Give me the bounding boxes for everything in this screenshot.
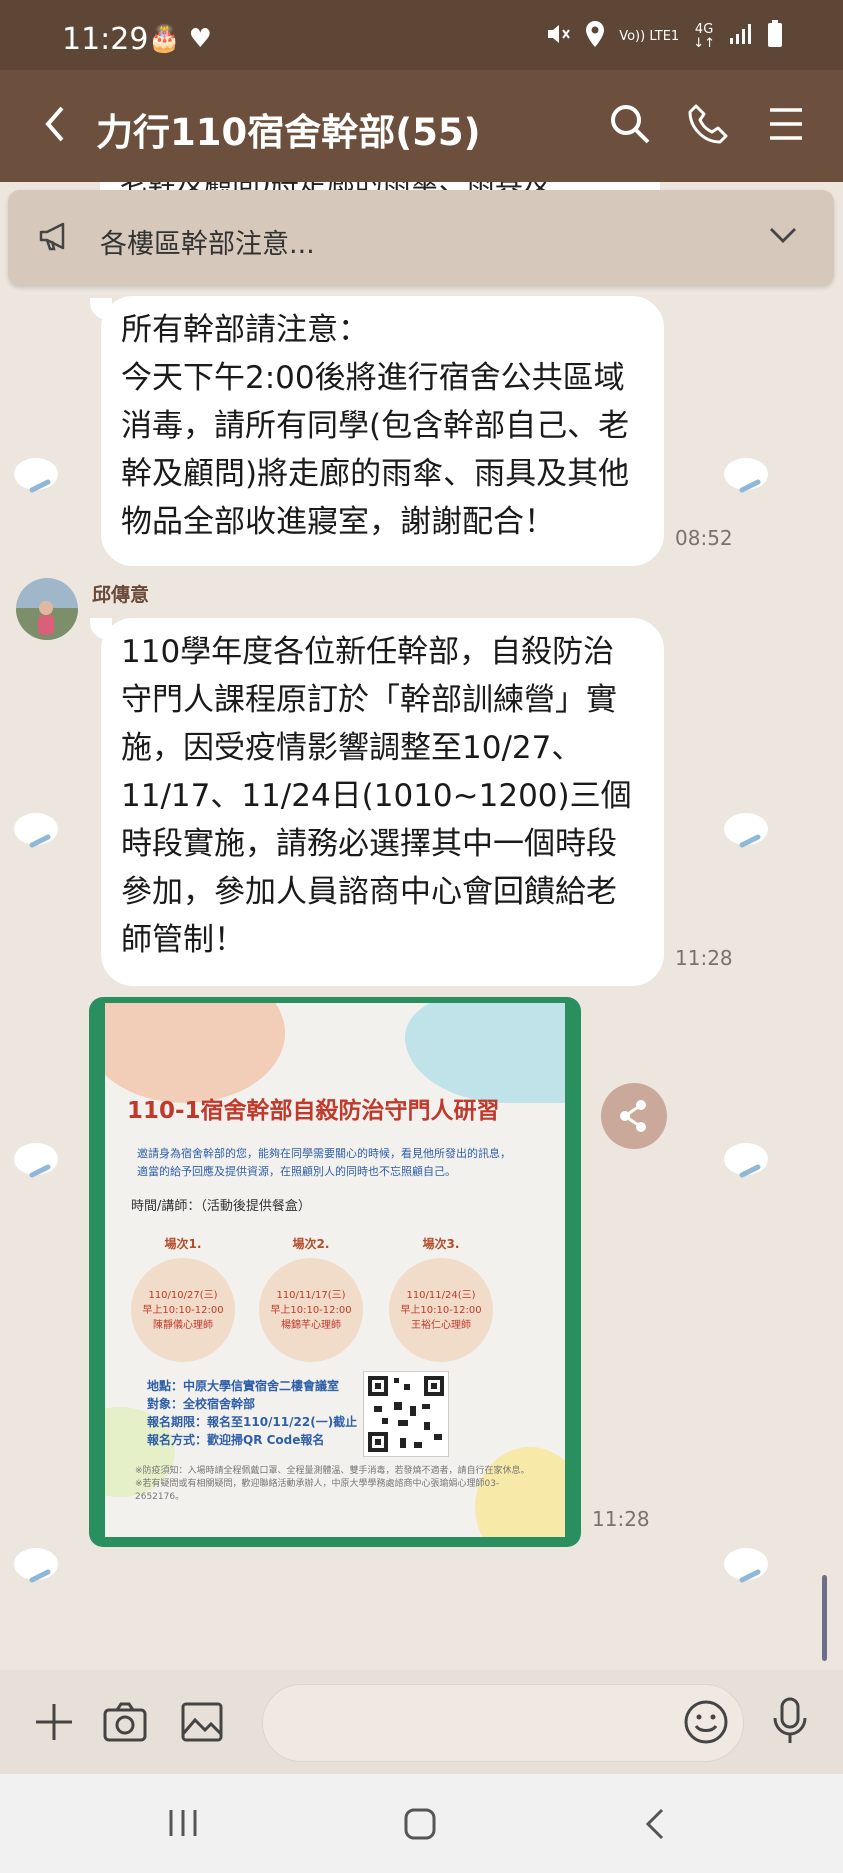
session-circle: 110/10/27(三) 早上10:10-12:00 陳靜儀心理師	[131, 1258, 235, 1362]
volte-indicator: Vo)) LTE1	[619, 29, 680, 44]
poster-deco-shape	[405, 1003, 565, 1103]
image-message[interactable]: 110-1宿舍幹部自殺防治守門人研習 邀請身為宿舍幹部的您，能夠在同學需要關心的…	[89, 997, 581, 1547]
share-button[interactable]	[601, 1083, 667, 1149]
poster-location: 地點：中原大學信實宿舍二樓會議室	[147, 1379, 340, 1393]
poster-sheet: 110-1宿舍幹部自殺防治守門人研習 邀請身為宿舍幹部的您，能夠在同學需要關心的…	[105, 1003, 565, 1537]
session-date: 110/10/27(三)	[148, 1289, 218, 1301]
recent-apps-icon[interactable]	[166, 1806, 200, 1844]
message-bubble[interactable]: 所有幹部請注意： 今天下午2:00後將進行宿舍公共區域消毒，請所有同學(包含幹部…	[101, 296, 664, 566]
poster-intro: 邀請身為宿舍幹部的您，能夠在同學需要關心的時候，看見他所發出的訊息，適當的給予回…	[137, 1147, 511, 1178]
session-speaker: 楊錦芊心理師	[281, 1319, 341, 1331]
background-deco-icon	[14, 458, 58, 493]
poster-session: 場次1. 110/10/27(三) 早上10:10-12:00 陳靜儀心理師	[127, 1235, 239, 1362]
message-input[interactable]	[262, 1684, 744, 1762]
session-circle: 110/11/24(三) 早上10:10-12:00 王裕仁心理師	[389, 1258, 493, 1362]
message-bubble[interactable]: 110學年度各位新任幹部，自殺防治守門人課程原訂於「幹部訓練營」實施，因受疫情影…	[101, 618, 664, 986]
message-text: 110學年度各位新任幹部，自殺防治守門人課程原訂於「幹部訓練營」實施，因受疫情影…	[121, 634, 632, 958]
message-time: 11:28	[675, 946, 733, 970]
share-icon	[620, 1100, 646, 1132]
background-deco-icon	[724, 458, 768, 493]
back-arrow-icon[interactable]	[34, 94, 74, 158]
announcement-text: 各樓區幹部注意...	[100, 229, 315, 260]
poster-method: 報名方式：歡迎掃QR Code報名	[147, 1433, 325, 1447]
chat-title: 力行110宿舍幹部(55)	[96, 111, 481, 154]
network-indicator: 4G ↓↑	[693, 23, 715, 51]
session-label: 場次1.	[164, 1237, 202, 1251]
poster-session: 場次3. 110/11/24(三) 早上10:10-12:00 王裕仁心理師	[385, 1235, 497, 1362]
status-time: 11:29	[62, 22, 149, 57]
home-icon[interactable]	[402, 1806, 438, 1846]
background-deco-icon	[724, 813, 768, 848]
back-nav-icon[interactable]	[642, 1806, 668, 1846]
poster-audience: 對象：全校宿舍幹部	[147, 1397, 256, 1411]
poster-notice: ※防疫須知：入場時請全程佩戴口罩、全程量測體溫、雙手消毒，若發燒不適者，請自行在…	[135, 1466, 530, 1502]
session-time: 早上10:10-12:00	[142, 1304, 224, 1316]
poster-time-label: 時間/講師：（活動後提供餐盒）	[131, 1199, 311, 1214]
emoji-icon[interactable]	[683, 1699, 729, 1749]
battery-icon	[767, 20, 783, 54]
background-deco-icon	[14, 813, 58, 848]
poster-session: 場次2. 110/11/17(三) 早上10:10-12:00 楊錦芊心理師	[255, 1235, 367, 1362]
location-icon	[585, 20, 605, 54]
avatar[interactable]	[16, 578, 78, 640]
announcement-bar[interactable]: 各樓區幹部注意...	[8, 190, 834, 286]
session-label: 場次3.	[422, 1237, 460, 1251]
plus-icon[interactable]	[32, 1700, 76, 1748]
network-arrows: ↓↑	[693, 36, 715, 51]
camera-icon[interactable]	[102, 1700, 148, 1748]
scrollbar[interactable]	[822, 1575, 827, 1661]
menu-icon[interactable]	[766, 102, 806, 150]
session-time: 早上10:10-12:00	[270, 1304, 352, 1316]
session-circle: 110/11/17(三) 早上10:10-12:00 楊錦芊心理師	[259, 1258, 363, 1362]
microphone-icon[interactable]	[770, 1696, 810, 1750]
chat-area[interactable]: 老幹及顧問)將走廊的雨傘、雨具及 各樓區幹部注意... 所有幹部請注意： 今天下…	[0, 182, 843, 1670]
signal-icon	[729, 22, 753, 52]
mute-icon	[545, 21, 571, 53]
message-text: 所有幹部請注意： 今天下午2:00後將進行宿舍公共區域消毒，請所有同學(包含幹部…	[121, 312, 630, 540]
search-icon[interactable]	[608, 102, 652, 150]
chevron-down-icon[interactable]	[768, 224, 798, 250]
sender-name: 邱傳意	[92, 584, 150, 606]
session-speaker: 王裕仁心理師	[411, 1319, 471, 1331]
poster-info: 地點：中原大學信實宿舍二樓會議室 對象：全校宿舍幹部 報名期限：報名至110/1…	[147, 1377, 357, 1449]
chat-header: 力行110宿舍幹部(55)	[0, 70, 843, 182]
phone-icon[interactable]	[686, 102, 730, 150]
message-time: 08:52	[675, 526, 733, 550]
image-icon[interactable]	[180, 1700, 224, 1748]
system-nav-bar	[0, 1774, 843, 1873]
status-icons: Vo)) LTE1 4G ↓↑	[545, 20, 783, 54]
background-deco-icon	[724, 1548, 768, 1583]
session-date: 110/11/24(三)	[406, 1289, 476, 1301]
status-bar: 11:29 🎂 ♥ Vo)) LTE1 4G ↓↑	[0, 0, 843, 70]
background-deco-icon	[14, 1548, 58, 1583]
session-speaker: 陳靜儀心理師	[153, 1319, 213, 1331]
cake-heart-icons: 🎂 ♥	[148, 24, 212, 54]
message-input-bar	[0, 1670, 843, 1774]
poster-deadline: 報名期限：報名至110/11/22(一)截止	[147, 1415, 358, 1429]
megaphone-icon	[38, 222, 72, 256]
session-date: 110/11/17(三)	[276, 1289, 346, 1301]
background-deco-icon	[14, 1143, 58, 1178]
message-time: 11:28	[592, 1507, 650, 1531]
session-time: 早上10:10-12:00	[400, 1304, 482, 1316]
network-type: 4G	[694, 22, 714, 37]
poster-deco-shape	[105, 1003, 285, 1103]
poster-title: 110-1宿舍幹部自殺防治守門人研習	[127, 1098, 500, 1124]
session-label: 場次2.	[292, 1237, 330, 1251]
qr-code-icon	[363, 1371, 449, 1457]
background-deco-icon	[724, 1143, 768, 1178]
